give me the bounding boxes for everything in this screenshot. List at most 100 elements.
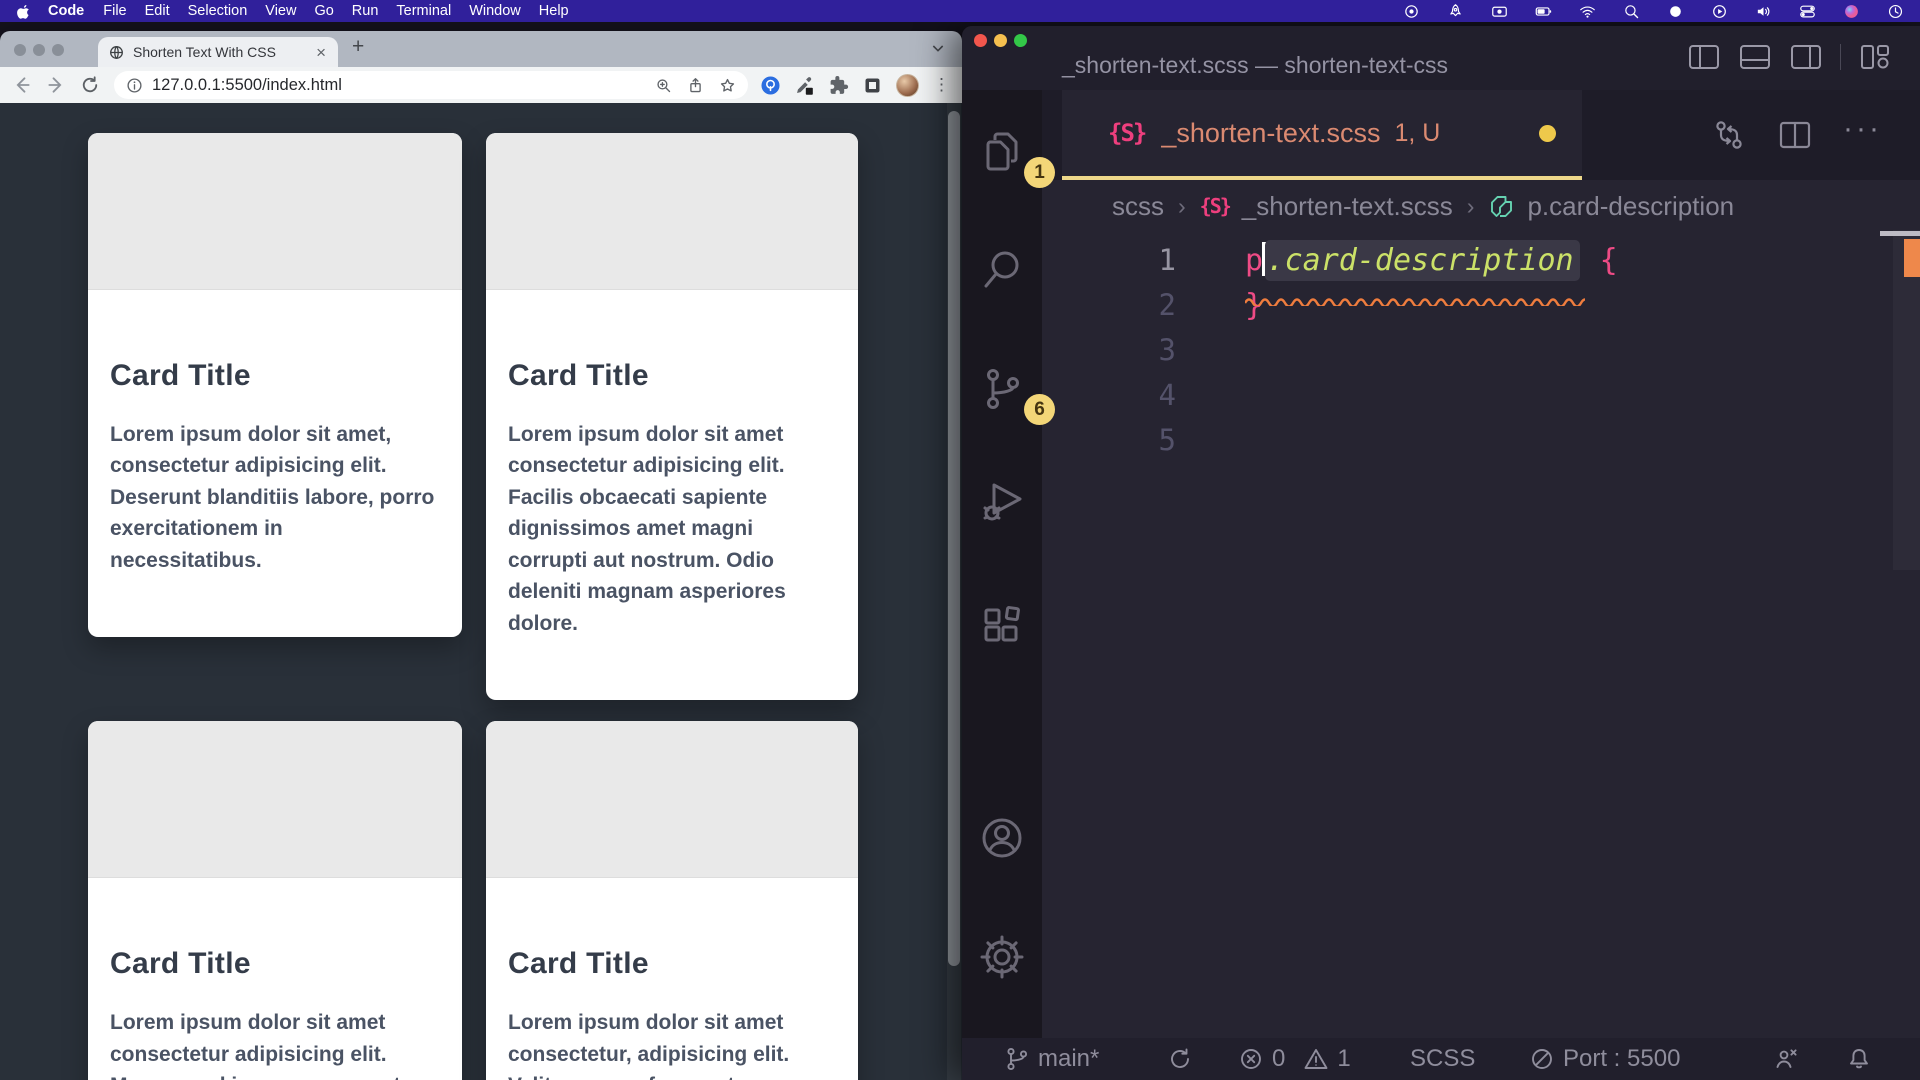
toggle-sidebar-icon[interactable] [1687,42,1721,72]
branch-indicator[interactable]: main* [1004,1038,1099,1080]
editor-tab-bar: {S} _shorten-text.scss 1, U ··· [1042,90,1920,180]
focus-icon[interactable] [1667,3,1684,20]
menu-item-go[interactable]: Go [305,3,342,19]
record-icon[interactable] [1403,3,1420,20]
zoom-icon[interactable] [655,77,672,94]
menu-item-selection[interactable]: Selection [179,3,257,19]
line-number: 5 [1042,418,1176,463]
activity-settings-icon[interactable] [978,933,1026,981]
card-image-placeholder [486,133,858,290]
back-icon[interactable] [12,75,32,95]
browser-tab-strip: Shorten Text With CSS × + [0,31,962,67]
extensions-puzzle-icon[interactable] [828,75,849,96]
breadcrumb-symbol[interactable]: p.card-description [1527,191,1734,222]
rocket-icon[interactable] [1447,3,1464,20]
close-window-button[interactable] [974,34,987,47]
activity-files-icon[interactable] [978,128,1026,176]
display-record-icon[interactable] [1491,3,1508,20]
siri-icon[interactable] [1843,3,1860,20]
site-info-icon[interactable] [126,77,143,94]
breadcrumb-folder[interactable]: scss [1112,191,1164,222]
menu-item-run[interactable]: Run [343,3,388,19]
breadcrumb-file[interactable]: _shorten-text.scss [1242,191,1453,222]
url-bar[interactable]: 127.0.0.1:5500/index.html [114,71,748,99]
activity-bar: 16 [962,90,1042,1038]
notifications-button[interactable] [1846,1038,1872,1080]
spotlight-icon[interactable] [1623,3,1640,20]
clock-icon[interactable] [1887,3,1904,20]
control-center-icon[interactable] [1799,3,1816,20]
card-body: Card Title Lorem ipsum dolor sit amet co… [88,878,462,1080]
card-title: Card Title [110,947,440,981]
layout-controls [1687,42,1892,72]
more-actions-icon[interactable]: ··· [1843,129,1882,141]
forward-icon[interactable] [46,75,66,95]
reload-icon[interactable] [80,75,100,95]
content-card: Card Title Lorem ipsum dolor sit amet co… [486,133,858,700]
menu-item-terminal[interactable]: Terminal [387,3,460,19]
zoom-window-button[interactable] [1014,34,1027,47]
browser-tab[interactable]: Shorten Text With CSS × [98,37,338,67]
activity-search-icon[interactable] [978,245,1026,293]
minimize-window-button[interactable] [994,34,1007,47]
share-icon[interactable] [687,77,704,94]
scss-file-icon: {S} [1200,194,1230,218]
editor-tab-label: _shorten-text.scss [1161,118,1380,149]
sync-button[interactable] [1167,1038,1193,1080]
card-description: Lorem ipsum dolor sit amet consectetur, … [508,1007,836,1080]
open-changes-icon[interactable] [1711,118,1747,152]
extension-box-icon[interactable] [862,75,883,96]
live-server-port[interactable]: Port : 5500 [1529,1038,1680,1080]
toggle-secondary-sidebar-icon[interactable] [1789,42,1823,72]
battery-icon[interactable] [1535,3,1552,20]
apple-menu-icon[interactable] [16,3,32,19]
line-number: 3 [1042,328,1176,373]
content-card: Card Title Lorem ipsum dolor sit amet co… [486,721,858,1080]
customize-layout-icon[interactable] [1858,42,1892,72]
menu-item-view[interactable]: View [256,3,305,19]
new-tab-button[interactable]: + [352,35,364,59]
feedback-button[interactable] [1774,1038,1800,1080]
toggle-panel-icon[interactable] [1738,42,1772,72]
editor-scrollbar[interactable] [1893,230,1920,570]
activity-account-icon[interactable] [978,814,1026,862]
profile-avatar[interactable] [896,74,919,97]
vscode-window: _shorten-text.scss — shorten-text-css 16 [962,26,1920,1080]
eyedropper-extension-icon[interactable] [794,75,815,96]
browser-scrollbar[interactable] [947,103,961,1080]
url-text[interactable]: 127.0.0.1:5500/index.html [152,76,655,95]
play-circle-icon[interactable] [1711,3,1728,20]
errors-icon [1238,1046,1264,1072]
tab-search-chevron-icon[interactable] [930,40,946,56]
browser-scrollbar-thumb[interactable] [948,111,960,966]
split-editor-icon[interactable] [1777,118,1813,152]
active-app-menu[interactable]: Code [38,3,94,19]
wifi-icon[interactable] [1579,3,1596,20]
editor-tab[interactable]: {S} _shorten-text.scss 1, U [1062,90,1582,180]
activity-badge: 6 [1024,394,1055,425]
menu-item-help[interactable]: Help [530,3,578,19]
volume-icon[interactable] [1755,3,1772,20]
browser-viewport: Card Title Lorem ipsum dolor sit amet, c… [0,103,962,1080]
code-editor[interactable]: 12345 p.card-description { } [1042,232,1920,1038]
problems-indicator[interactable]: 0 1 [1238,1038,1351,1080]
breadcrumb-separator: › [1176,193,1188,220]
line-number: 1 [1042,238,1176,283]
modified-indicator-dot[interactable] [1539,125,1556,142]
activity-debug-icon[interactable] [978,477,1026,525]
bookmark-star-icon[interactable] [719,77,736,94]
menu-item-edit[interactable]: Edit [136,3,179,19]
activity-extensions-icon[interactable] [978,602,1026,650]
activity-source-control-icon[interactable] [978,365,1026,413]
warning-squiggle [1245,274,1585,283]
window-controls-inactive[interactable] [14,44,64,56]
window-controls[interactable] [974,34,1027,47]
browser-menu-kebab-icon[interactable]: ⋮ [933,75,950,95]
password-manager-icon[interactable] [760,75,781,96]
language-mode[interactable]: SCSS [1410,1038,1475,1080]
tab-close-icon[interactable]: × [314,44,328,61]
menu-item-file[interactable]: File [94,3,135,19]
card-description: Lorem ipsum dolor sit amet consectetur a… [508,419,836,640]
menu-item-window[interactable]: Window [460,3,530,19]
code-content[interactable]: p.card-description { } [1200,232,1618,1038]
